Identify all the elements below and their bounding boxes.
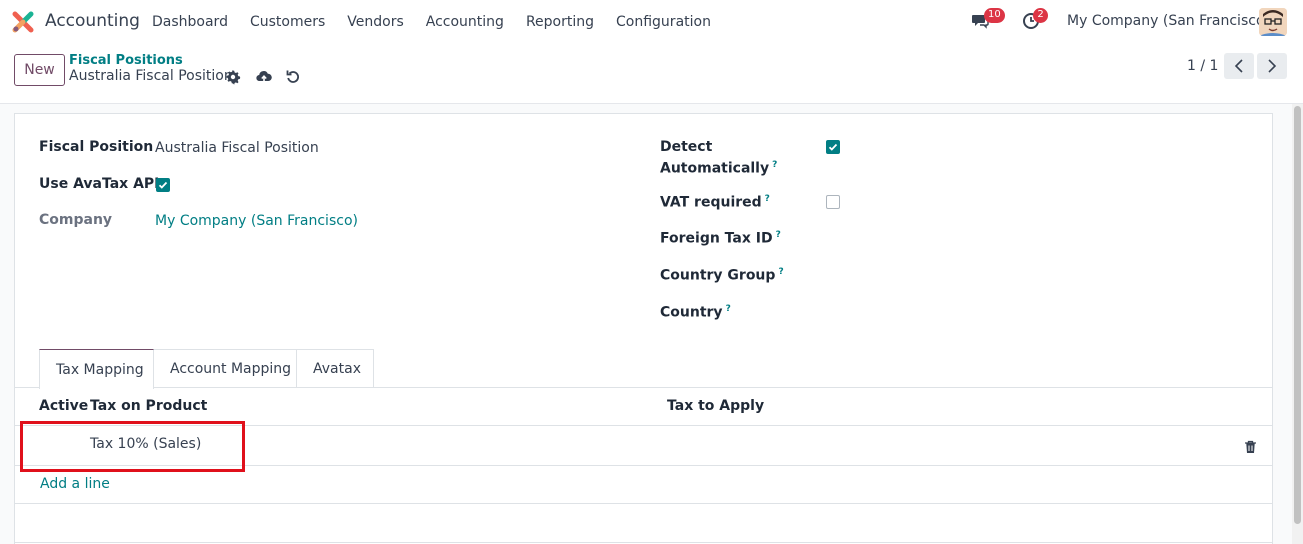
tab-tax-mapping[interactable]: Tax Mapping <box>39 349 154 389</box>
detect-automatically-checkbox[interactable] <box>826 140 840 154</box>
new-button[interactable]: New <box>14 54 65 86</box>
scrollbar-thumb[interactable] <box>1294 106 1301 524</box>
vat-required-text: VAT required <box>660 194 762 211</box>
fiscal-position-label: Fiscal Position <box>39 139 154 155</box>
foreign-tax-id-help-icon[interactable]: ? <box>776 230 781 240</box>
menu-vendors[interactable]: Vendors <box>336 14 414 30</box>
country-group-label: Country Group? <box>660 267 784 284</box>
vat-required-label: VAT required? <box>660 194 770 211</box>
menu-accounting[interactable]: Accounting <box>415 14 515 30</box>
detect-automatically-label-line1: Detect <box>660 139 713 155</box>
country-group-help-icon[interactable]: ? <box>778 267 783 277</box>
messages-button[interactable]: 10 <box>971 8 1005 32</box>
use-avatax-checkbox[interactable] <box>156 178 170 192</box>
top-navbar: Accounting Dashboard Customers Vendors A… <box>0 0 1303 44</box>
annotation-highlight-box <box>20 421 245 472</box>
detect-automatically-text: Automatically <box>660 160 770 177</box>
company-switcher[interactable]: My Company (San Francisco) <box>1067 13 1270 29</box>
pager-previous-button[interactable] <box>1224 53 1254 79</box>
column-header-tax-to-apply[interactable]: Tax to Apply <box>667 398 764 414</box>
pager-value[interactable]: 1 / 1 <box>1187 58 1218 74</box>
messages-badge: 10 <box>984 8 1005 23</box>
foreign-tax-id-label: Foreign Tax ID? <box>660 230 781 247</box>
vat-required-checkbox[interactable] <box>826 195 840 209</box>
menu-reporting[interactable]: Reporting <box>515 14 605 30</box>
control-panel: New Fiscal Positions Australia Fiscal Po… <box>0 44 1303 104</box>
user-avatar-icon <box>1259 8 1287 36</box>
activities-badge: 2 <box>1033 8 1048 23</box>
undo-icon[interactable] <box>285 68 301 84</box>
menu-configuration[interactable]: Configuration <box>605 14 722 30</box>
form-sheet: Fiscal Position Australia Fiscal Positio… <box>14 113 1273 544</box>
check-icon <box>158 181 168 189</box>
detect-automatically-label-line2: Automatically? <box>660 160 777 177</box>
tab-avatax[interactable]: Avatax <box>296 349 374 388</box>
chevron-right-icon <box>1268 59 1277 73</box>
trash-icon[interactable] <box>1244 440 1257 454</box>
app-name[interactable]: Accounting <box>45 11 140 31</box>
tab-account-mapping[interactable]: Account Mapping <box>153 349 297 388</box>
breadcrumb-fiscal-positions[interactable]: Fiscal Positions <box>69 53 183 68</box>
breadcrumb-current-record: Australia Fiscal Position <box>69 68 233 84</box>
user-avatar[interactable] <box>1259 8 1287 36</box>
company-field[interactable]: My Company (San Francisco) <box>155 213 358 229</box>
vertical-scrollbar[interactable] <box>1292 104 1303 544</box>
menu-dashboard[interactable]: Dashboard <box>141 14 239 30</box>
table-footer-divider <box>15 542 1272 543</box>
accounting-app-icon[interactable] <box>12 11 34 33</box>
country-help-icon[interactable]: ? <box>726 304 731 314</box>
company-label: Company <box>39 212 113 228</box>
foreign-tax-id-text: Foreign Tax ID <box>660 230 773 247</box>
chevron-left-icon <box>1234 59 1243 73</box>
check-icon <box>828 143 838 151</box>
tabs-divider <box>15 387 1272 388</box>
vat-required-help-icon[interactable]: ? <box>765 194 770 204</box>
country-text: Country <box>660 304 723 321</box>
use-avatax-label: Use AvaTax API <box>39 176 160 192</box>
menu-customers[interactable]: Customers <box>239 14 336 30</box>
column-header-active[interactable]: Active <box>39 398 88 414</box>
add-a-line-link[interactable]: Add a line <box>40 476 110 492</box>
main-menu: Dashboard Customers Vendors Accounting R… <box>141 0 722 44</box>
country-label: Country? <box>660 304 731 321</box>
detect-help-icon[interactable]: ? <box>772 160 777 170</box>
pager-next-button[interactable] <box>1257 53 1287 79</box>
fiscal-position-field[interactable]: Australia Fiscal Position <box>155 140 319 156</box>
table-bottom-divider <box>15 503 1272 504</box>
country-group-text: Country Group <box>660 267 776 284</box>
activities-button[interactable]: 2 <box>1022 8 1048 32</box>
column-header-tax-on-product[interactable]: Tax on Product <box>90 398 207 414</box>
cloud-upload-icon[interactable] <box>256 68 272 84</box>
gear-icon[interactable] <box>225 69 241 85</box>
